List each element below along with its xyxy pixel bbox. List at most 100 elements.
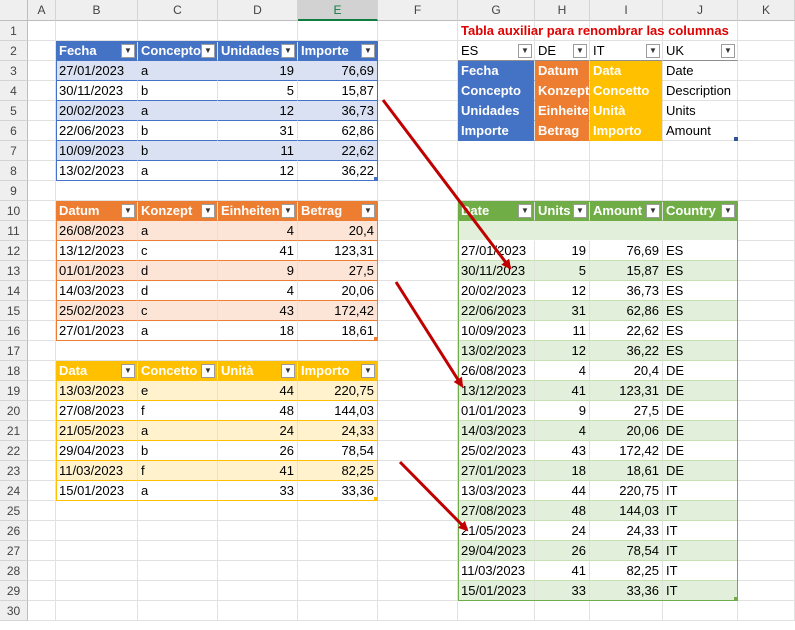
row-header-4[interactable]: 4 <box>0 81 28 101</box>
it-table-resize-handle[interactable] <box>374 497 378 501</box>
filter-dropdown-icon[interactable]: ▼ <box>721 204 735 218</box>
de-data-cell[interactable]: 18,61 <box>298 321 378 341</box>
de-data-cell[interactable]: 9 <box>218 261 298 281</box>
combined-data-cell[interactable]: 13/12/2023 <box>458 381 535 401</box>
grid-cell[interactable] <box>378 441 458 461</box>
grid-cell[interactable] <box>28 181 56 201</box>
it-data-cell[interactable]: 26 <box>218 441 298 461</box>
aux-data-cell[interactable]: Importe <box>458 121 535 141</box>
combined-data-cell[interactable]: 4 <box>535 421 590 441</box>
es-header-cell[interactable]: Fecha ▼ <box>56 41 138 61</box>
combined-data-cell[interactable]: 26 <box>535 541 590 561</box>
es-data-cell[interactable]: 13/02/2023 <box>56 161 138 181</box>
es-data-cell[interactable]: 22/06/2023 <box>56 121 138 141</box>
de-data-cell[interactable]: 123,31 <box>298 241 378 261</box>
aux-data-cell[interactable]: Units <box>663 101 738 121</box>
combined-data-cell[interactable]: 10/09/2023 <box>458 321 535 341</box>
row-header-2[interactable]: 2 <box>0 41 28 61</box>
grid-cell[interactable] <box>56 561 138 581</box>
de-header-cell[interactable]: Konzept ▼ <box>138 201 218 221</box>
es-data-cell[interactable]: 62,86 <box>298 121 378 141</box>
grid-cell[interactable] <box>28 581 56 601</box>
row-header-30[interactable]: 30 <box>0 601 28 621</box>
combined-data-cell[interactable]: 36,73 <box>590 281 663 301</box>
combined-data-cell[interactable]: IT <box>663 581 738 601</box>
combined-data-cell[interactable]: 26/08/2023 <box>458 361 535 381</box>
combined-data-cell[interactable]: 27/01/2023 <box>458 241 535 261</box>
grid-cell[interactable] <box>298 541 378 561</box>
grid-cell[interactable] <box>28 401 56 421</box>
combined-data-cell[interactable]: 18 <box>535 461 590 481</box>
row-header-7[interactable]: 7 <box>0 141 28 161</box>
grid-cell[interactable] <box>28 281 56 301</box>
grid-cell[interactable] <box>738 241 795 261</box>
filter-dropdown-icon[interactable]: ▼ <box>721 44 735 58</box>
combined-data-cell[interactable]: 13/03/2023 <box>458 481 535 501</box>
combined-data-cell[interactable]: 36,22 <box>590 341 663 361</box>
column-header-f[interactable]: F <box>378 0 458 21</box>
grid-cell[interactable] <box>738 481 795 501</box>
filter-dropdown-icon[interactable]: ▼ <box>121 364 135 378</box>
grid-cell[interactable] <box>378 241 458 261</box>
grid-cell[interactable] <box>738 461 795 481</box>
grid-cell[interactable] <box>590 161 663 181</box>
filter-dropdown-icon[interactable]: ▼ <box>281 204 295 218</box>
it-data-cell[interactable]: f <box>138 401 218 421</box>
grid-cell[interactable] <box>28 481 56 501</box>
combined-data-cell[interactable]: 20,4 <box>590 361 663 381</box>
aux-data-cell[interactable]: Unidades <box>458 101 535 121</box>
combined-data-cell[interactable]: ES <box>663 261 738 281</box>
row-header-12[interactable]: 12 <box>0 241 28 261</box>
es-data-cell[interactable]: 12 <box>218 101 298 121</box>
grid-cell[interactable] <box>378 261 458 281</box>
filter-dropdown-icon[interactable]: ▼ <box>121 44 135 58</box>
row-header-14[interactable]: 14 <box>0 281 28 301</box>
combined-data-cell[interactable]: 12 <box>535 281 590 301</box>
de-data-cell[interactable]: a <box>138 321 218 341</box>
row-header-20[interactable]: 20 <box>0 401 28 421</box>
filter-dropdown-icon[interactable]: ▼ <box>361 44 375 58</box>
de-data-cell[interactable]: 25/02/2023 <box>56 301 138 321</box>
combined-data-cell[interactable]: 22,62 <box>590 321 663 341</box>
grid-cell[interactable] <box>663 161 738 181</box>
combined-data-cell[interactable]: 22/06/2023 <box>458 301 535 321</box>
column-header-e[interactable]: E <box>298 0 378 21</box>
grid-cell[interactable] <box>218 501 298 521</box>
it-data-cell[interactable]: 27/08/2023 <box>56 401 138 421</box>
aux-data-cell[interactable]: Konzept <box>535 81 590 101</box>
de-data-cell[interactable]: c <box>138 241 218 261</box>
it-data-cell[interactable]: 29/04/2023 <box>56 441 138 461</box>
combined-data-cell[interactable]: 19 <box>535 241 590 261</box>
filter-dropdown-icon[interactable]: ▼ <box>518 204 532 218</box>
grid-cell[interactable] <box>28 421 56 441</box>
grid-cell[interactable] <box>378 81 458 101</box>
es-data-cell[interactable]: b <box>138 141 218 161</box>
grid-cell[interactable] <box>378 41 458 61</box>
row-header-24[interactable]: 24 <box>0 481 28 501</box>
es-data-cell[interactable]: 12 <box>218 161 298 181</box>
de-data-cell[interactable]: 172,42 <box>298 301 378 321</box>
it-data-cell[interactable]: 13/03/2023 <box>56 381 138 401</box>
combined-data-cell[interactable]: 33,36 <box>590 581 663 601</box>
combined-data-cell[interactable]: 27/08/2023 <box>458 501 535 521</box>
combined-header-cell[interactable]: Date ▼ <box>458 201 535 221</box>
aux-data-cell[interactable]: Amount <box>663 121 738 141</box>
de-data-cell[interactable]: 27/01/2023 <box>56 321 138 341</box>
grid-cell[interactable] <box>378 481 458 501</box>
es-data-cell[interactable]: 22,62 <box>298 141 378 161</box>
grid-cell[interactable] <box>378 121 458 141</box>
filter-dropdown-icon[interactable]: ▼ <box>201 44 215 58</box>
aux-header-cell[interactable]: UK ▼ <box>663 41 738 61</box>
combined-data-cell[interactable]: 21/05/2023 <box>458 521 535 541</box>
grid-cell[interactable] <box>378 141 458 161</box>
grid-cell[interactable] <box>28 141 56 161</box>
combined-header-cell[interactable]: Units ▼ <box>535 201 590 221</box>
es-data-cell[interactable]: a <box>138 61 218 81</box>
combined-data-cell[interactable]: IT <box>663 541 738 561</box>
grid-cell[interactable] <box>378 601 458 621</box>
filter-dropdown-icon[interactable]: ▼ <box>646 204 660 218</box>
combined-data-cell[interactable]: IT <box>663 481 738 501</box>
grid-cell[interactable] <box>738 141 795 161</box>
it-data-cell[interactable]: 11/03/2023 <box>56 461 138 481</box>
combined-data-cell[interactable]: 20/02/2023 <box>458 281 535 301</box>
